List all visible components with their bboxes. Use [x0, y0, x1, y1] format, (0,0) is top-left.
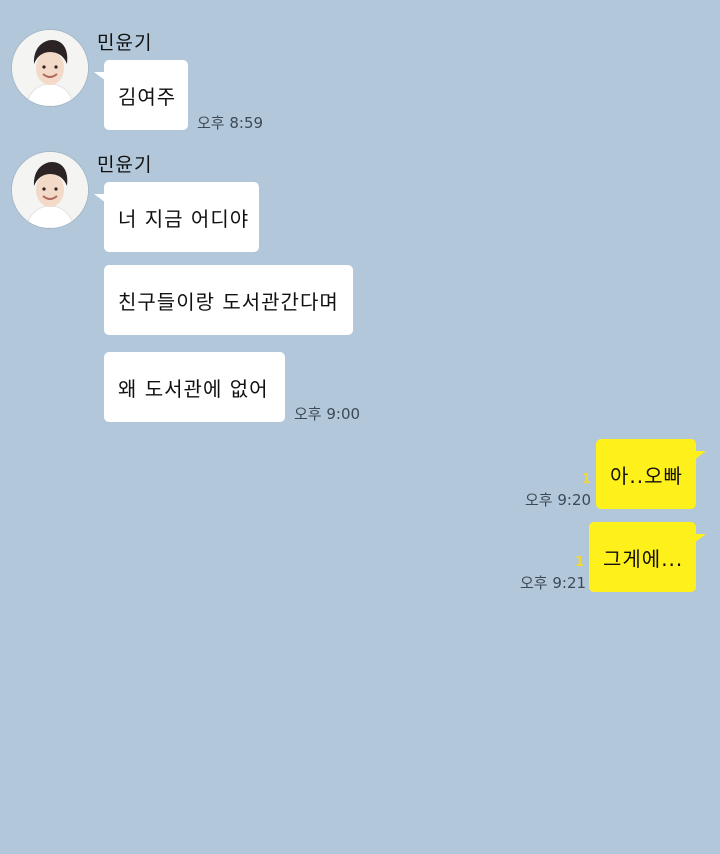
incoming-message-bubble[interactable]: 김여주: [94, 60, 188, 130]
message-text: 아..오빠: [610, 463, 683, 488]
incoming-message-bubble[interactable]: 너 지금 어디야: [94, 182, 259, 252]
profile-photo-icon: [12, 30, 88, 106]
sender-name: 민윤기: [97, 32, 153, 54]
sender-avatar[interactable]: [12, 152, 88, 228]
message-text: 김여주: [118, 84, 177, 109]
message-timestamp: 오후 9:20: [525, 491, 592, 509]
message-timestamp: 오후 8:59: [197, 114, 264, 132]
message-text: 그게에...: [603, 546, 684, 571]
outgoing-message-bubble[interactable]: 아..오빠: [596, 439, 706, 509]
sender-avatar[interactable]: [12, 30, 88, 106]
unread-count: 1: [582, 472, 592, 487]
unread-count: 1: [575, 555, 585, 570]
message-text: 왜 도서관에 없어: [118, 376, 269, 401]
profile-photo-icon: [12, 152, 88, 228]
incoming-message-bubble[interactable]: 왜 도서관에 없어: [104, 352, 285, 422]
incoming-message-bubble[interactable]: 친구들이랑 도서관간다며: [104, 265, 353, 335]
message-timestamp: 오후 9:00: [294, 405, 361, 423]
outgoing-message-bubble[interactable]: 그게에...: [589, 522, 706, 592]
message-timestamp: 오후 9:21: [520, 574, 587, 592]
message-text: 친구들이랑 도서관간다며: [118, 289, 339, 314]
sender-name: 민윤기: [97, 154, 153, 176]
message-text: 너 지금 어디야: [118, 206, 250, 231]
